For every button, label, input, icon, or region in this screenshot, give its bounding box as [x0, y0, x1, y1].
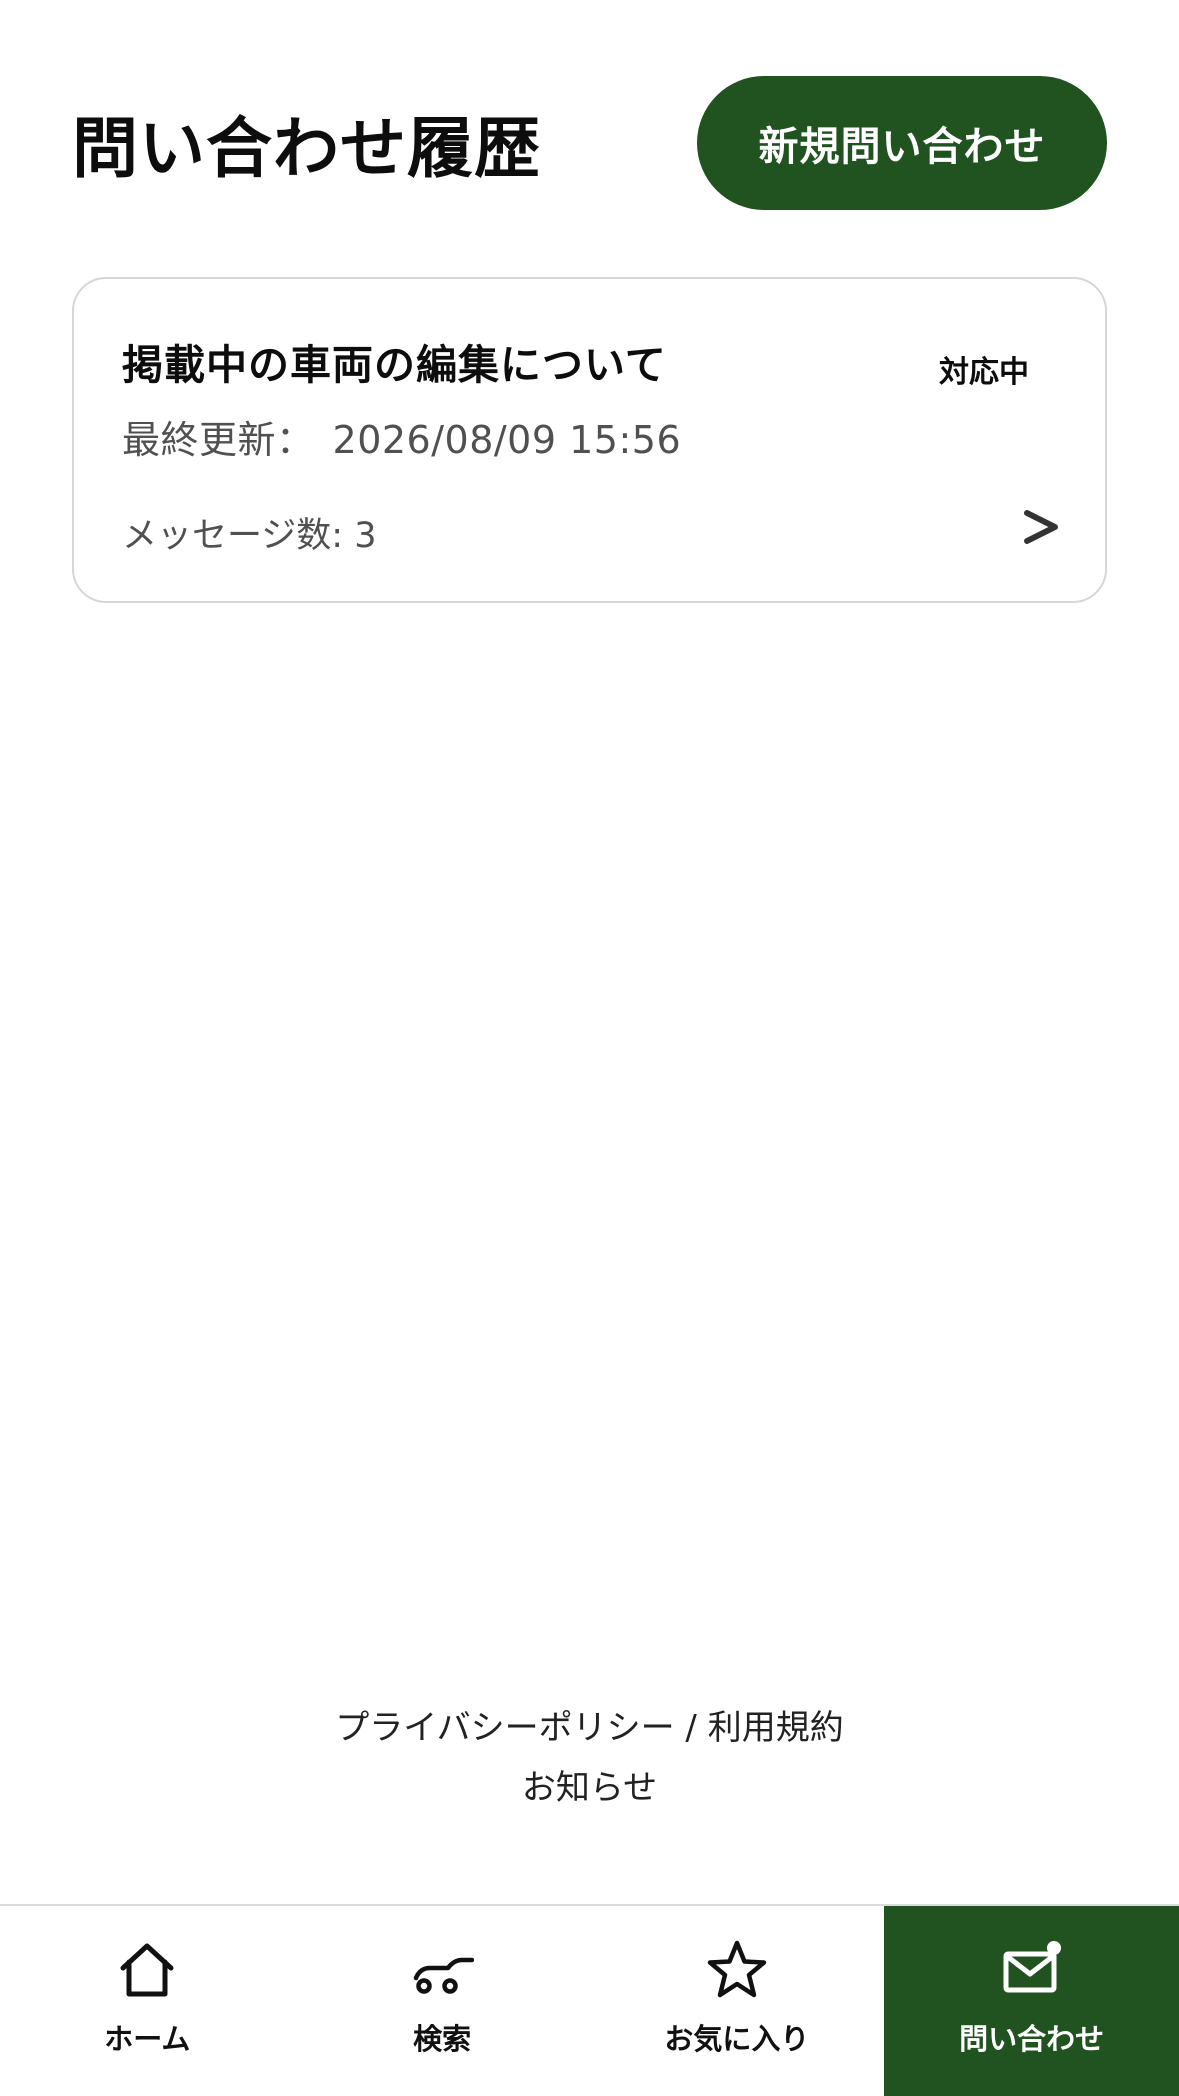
- inquiry-card[interactable]: 掲載中の車両の編集について 対応中 最終更新： 2026/08/09 15:56 …: [72, 277, 1107, 603]
- nav-label-search: 検索: [413, 2022, 472, 2056]
- mail-notification-icon: [1003, 1941, 1061, 1993]
- last-updated: 最終更新： 2026/08/09 15:56: [122, 409, 681, 464]
- car-search-icon: [413, 1957, 475, 1994]
- news-link[interactable]: お知らせ: [0, 1758, 1179, 1818]
- nav-item-home[interactable]: ホーム: [0, 1906, 295, 2096]
- nav-item-favorites[interactable]: お気に入り: [590, 1906, 885, 2096]
- nav-item-inquiry[interactable]: 問い合わせ: [884, 1906, 1179, 2096]
- last-updated-value: 2026/08/09 15:56: [332, 418, 682, 462]
- privacy-policy-link[interactable]: プライバシーポリシー: [335, 1708, 674, 1748]
- home-icon: [120, 1943, 174, 1997]
- header: 問い合わせ履歴 新規問い合わせ: [72, 76, 1107, 210]
- bottom-nav: ホーム 検索 お気に入り 問い合わせ: [0, 1904, 1179, 2096]
- page-title: 問い合わせ履歴: [72, 110, 541, 187]
- inquiry-history-screen: 問い合わせ履歴 新規問い合わせ 掲載中の車両の編集について 対応中 最終更新： 2…: [0, 0, 1179, 2096]
- nav-label-inquiry: 問い合わせ: [959, 2022, 1105, 2056]
- terms-link[interactable]: 利用規約: [708, 1708, 844, 1748]
- nav-item-search[interactable]: 検索: [295, 1906, 590, 2096]
- nav-label-favorites: お気に入り: [664, 2022, 810, 2056]
- message-count: メッセージ数: 3: [122, 516, 377, 556]
- inquiry-title: 掲載中の車両の編集について: [122, 341, 667, 389]
- footer-links: プライバシーポリシー / 利用規約 お知らせ: [0, 1698, 1179, 1818]
- star-icon: [707, 1940, 767, 1998]
- chevron-right-icon: [1024, 510, 1058, 544]
- last-updated-label: 最終更新：: [122, 418, 315, 462]
- new-inquiry-button[interactable]: 新規問い合わせ: [697, 76, 1107, 210]
- status-badge: 対応中: [939, 355, 1029, 390]
- footer-legal-row: プライバシーポリシー / 利用規約: [0, 1698, 1179, 1758]
- nav-label-home: ホーム: [104, 2022, 191, 2056]
- footer-separator: /: [674, 1708, 708, 1748]
